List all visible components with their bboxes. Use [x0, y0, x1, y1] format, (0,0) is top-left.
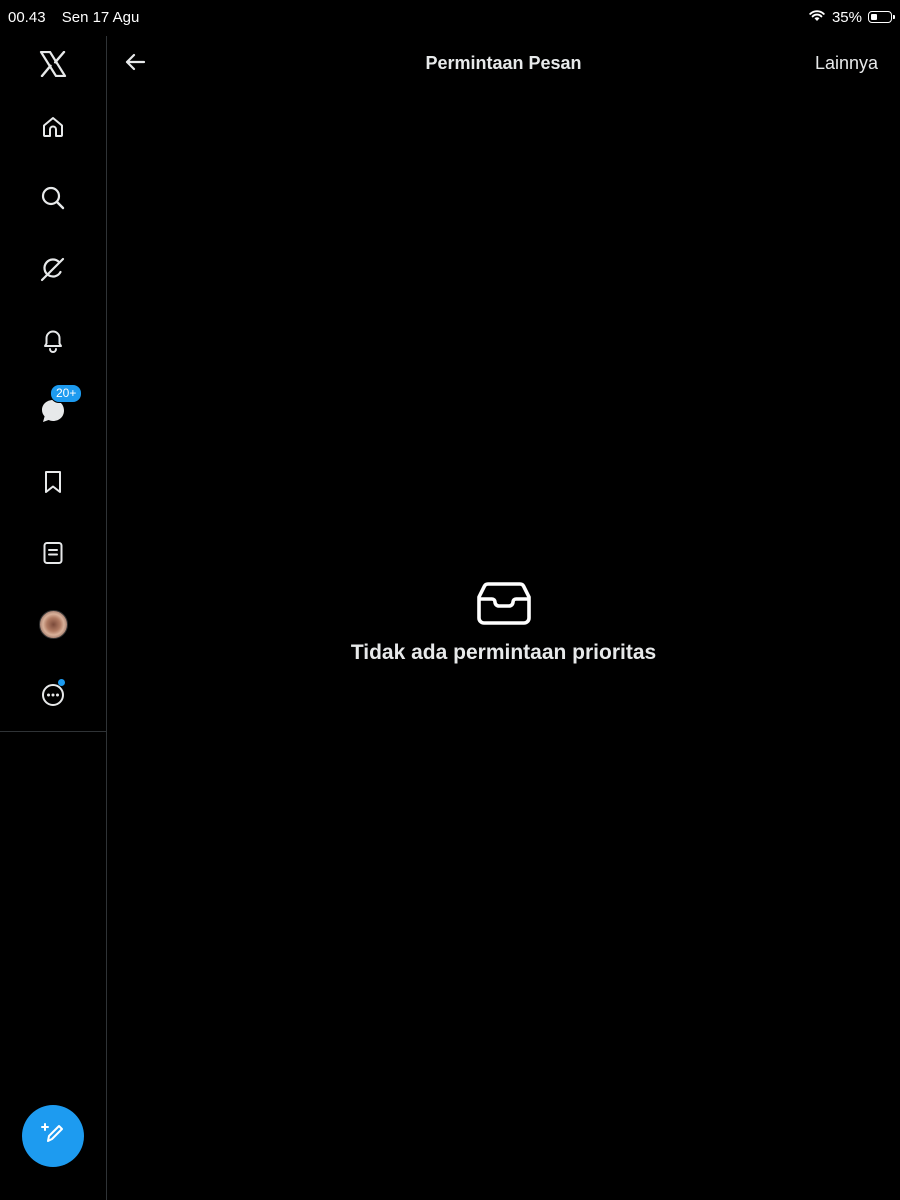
sidebar-item-lists[interactable]: [0, 525, 106, 581]
x-logo-icon: [39, 51, 67, 77]
status-date: Sen 17 Agu: [61, 9, 140, 26]
battery-icon: [868, 11, 895, 23]
bell-icon: [40, 327, 66, 353]
header: Permintaan Pesan Lainnya: [107, 36, 900, 92]
sidebar-item-home[interactable]: [0, 99, 106, 155]
search-icon: [40, 185, 66, 211]
compose-icon: [40, 1121, 66, 1152]
status-time: 00.43: [8, 9, 46, 26]
page-title: Permintaan Pesan: [425, 53, 582, 73]
sidebar-item-messages[interactable]: 20+: [0, 383, 106, 439]
wifi-icon: [808, 8, 826, 26]
home-icon: [41, 115, 65, 139]
sidebar-item-grok[interactable]: [0, 241, 106, 297]
sidebar-divider: [0, 731, 106, 732]
sidebar-item-bookmarks[interactable]: [0, 454, 106, 510]
sidebar-item-search[interactable]: [0, 170, 106, 226]
empty-state: Tidak ada permintaan prioritas: [107, 580, 900, 665]
inbox-icon: [476, 580, 532, 631]
status-left: 00.43 Sen 17 Agu: [8, 9, 139, 26]
avatar: [38, 609, 68, 639]
battery-fill: [870, 13, 877, 20]
battery-cap: [893, 15, 895, 19]
compose-button[interactable]: [22, 1105, 84, 1167]
grok-icon: [39, 255, 67, 283]
sidebar: 20+: [0, 36, 107, 1200]
empty-state-text: Tidak ada permintaan prioritas: [350, 641, 657, 664]
list-icon: [41, 540, 65, 566]
sidebar-item-more[interactable]: [0, 667, 106, 723]
x-logo-button[interactable]: [0, 36, 106, 92]
messages-badge: 20+: [50, 384, 83, 403]
status-right: 35%: [808, 8, 895, 26]
sidebar-item-notifications[interactable]: [0, 312, 106, 368]
bookmark-icon: [41, 469, 65, 495]
battery-percent: 35%: [831, 8, 862, 26]
notification-dot: [58, 679, 65, 686]
more-button[interactable]: Lainnya: [815, 53, 878, 74]
status-bar: 00.43 Sen 17 Agu 35%: [0, 0, 900, 36]
sidebar-item-profile[interactable]: [0, 596, 106, 652]
